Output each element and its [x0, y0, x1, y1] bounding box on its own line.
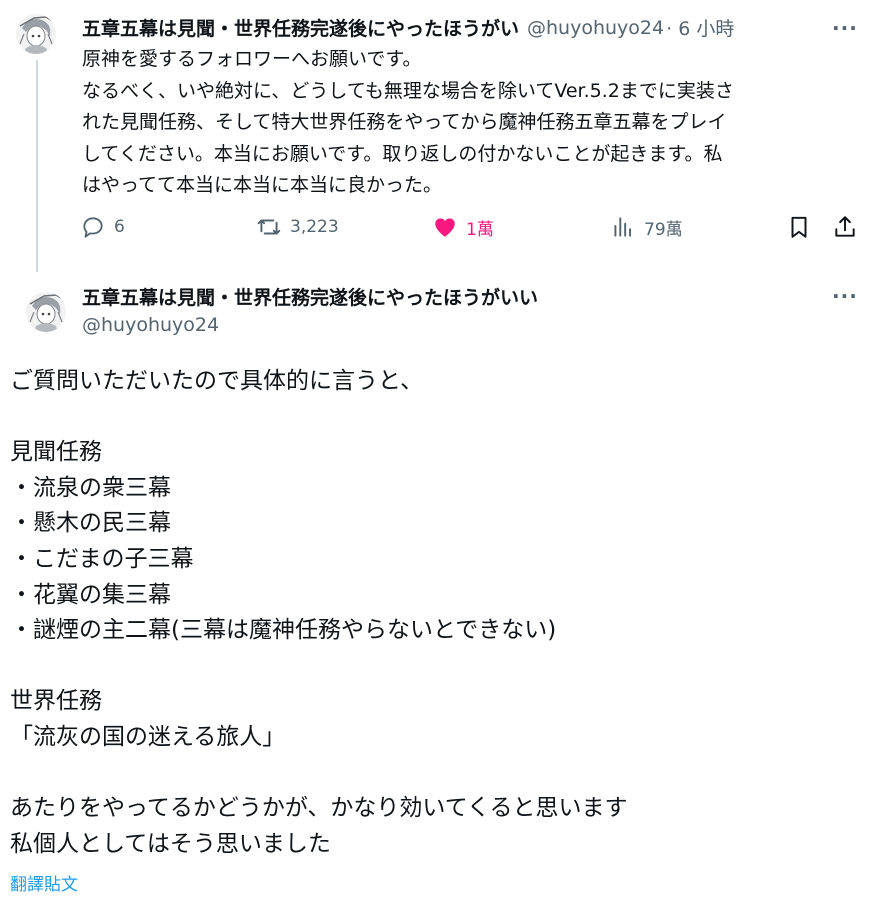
share-button[interactable]	[832, 214, 858, 240]
tweet1-text: 原神を愛するフォロワーへお願いです。 なるべく、いや絶対に、どうしても無理な場合…	[82, 44, 852, 202]
avatar-illustration-icon	[16, 14, 56, 54]
bookmark-button[interactable]	[786, 214, 812, 240]
user-handle[interactable]: @huyohuyo24	[527, 17, 664, 39]
tweet-text-line: 私個人としてはそう思いました	[10, 830, 331, 857]
tweet2-handle-row: @huyohuyo24	[82, 314, 219, 336]
user-handle[interactable]: @huyohuyo24	[82, 314, 219, 336]
tweet-text-line: ・こだまの子三幕	[10, 545, 194, 572]
tweet-text-line: ・流泉の衆三幕	[10, 474, 171, 501]
reply-count: 6	[114, 217, 125, 237]
more-options-icon[interactable]: ···	[832, 16, 858, 40]
repost-arrows-icon	[257, 219, 281, 235]
tweet1-action-bar: 6 3,223 1萬 79萬	[80, 214, 860, 246]
heart-filled-icon	[435, 218, 455, 237]
more-options-icon[interactable]: ···	[832, 284, 858, 308]
tweet-text-line: 「流灰の国の迷える旅人」	[10, 723, 286, 750]
views-button[interactable]: 79萬	[610, 214, 683, 240]
like-button[interactable]: 1萬	[432, 214, 494, 240]
thread-connector-line	[36, 60, 38, 272]
like-count: 1萬	[466, 219, 494, 240]
repost-button[interactable]: 3,223	[256, 214, 339, 240]
timestamp[interactable]: · 6 小時	[666, 14, 734, 41]
bookmark-icon	[791, 216, 807, 238]
tweet-text-line: 世界任務	[10, 688, 102, 715]
repost-count: 3,223	[290, 217, 339, 237]
display-name[interactable]: 五章五幕は見聞・世界任務完遂後にやったほうがい	[82, 14, 519, 41]
translate-post-link[interactable]: 翻譯貼文	[10, 870, 78, 895]
tweet-text-line: ご質問いただいたので具体的に言うと、	[10, 368, 424, 394]
tweet-text-line: あたりをやってるかどうかが、かなり効いてくると思います	[10, 795, 628, 822]
tweet-text-line: ・花翼の集三幕	[10, 581, 171, 608]
tweet1-header: 五章五幕は見聞・世界任務完遂後にやったほうがい @huyohuyo24 · 6 …	[82, 14, 734, 41]
tweet-text-line: してください。本当にお願いです。取り返しの付かないことが起きます。私	[82, 142, 723, 165]
avatar[interactable]	[26, 292, 66, 332]
tweet-text-line: ・懸木の民三幕	[10, 510, 171, 537]
tweet-text-blank	[10, 400, 860, 436]
avatar[interactable]	[16, 14, 56, 54]
display-name[interactable]: 五章五幕は見聞・世界任務完遂後にやったほうがいい	[82, 283, 538, 310]
tweet-text-line: 見聞任務	[10, 439, 102, 466]
tweet-text-line: ・謎煙の主二幕(三幕は魔神任務やらないとできない)	[10, 617, 557, 644]
avatar-illustration-icon	[26, 292, 66, 332]
tweet2-text: ご質問いただいたので具体的に言うと、 見聞任務 ・流泉の衆三幕 ・懸木の民三幕 …	[10, 364, 860, 862]
reply-bubble-icon	[83, 217, 103, 238]
tweet-text-blank	[10, 756, 860, 792]
tweet-text-line: れた見聞任務、そして特大世界任務をやってから魔神任務五章五幕をプレイ	[82, 111, 727, 133]
reply-button[interactable]: 6	[80, 214, 125, 240]
tweet-text-blank	[10, 649, 860, 685]
tweet-text-line: なるべく、いや絶対に、どうしても無理な場合を除いてVer.5.2までに実装さ	[82, 79, 734, 102]
tweet-text-line: はやってて本当に本当に本当に良かった。	[82, 174, 443, 196]
analytics-bars-icon	[614, 217, 632, 237]
share-upload-icon	[835, 216, 855, 237]
tweet-text-line: 原神を愛するフォロワーへお願いです。	[82, 48, 422, 70]
view-count: 79萬	[644, 219, 683, 240]
tweet2-header: 五章五幕は見聞・世界任務完遂後にやったほうがいい	[82, 283, 538, 310]
